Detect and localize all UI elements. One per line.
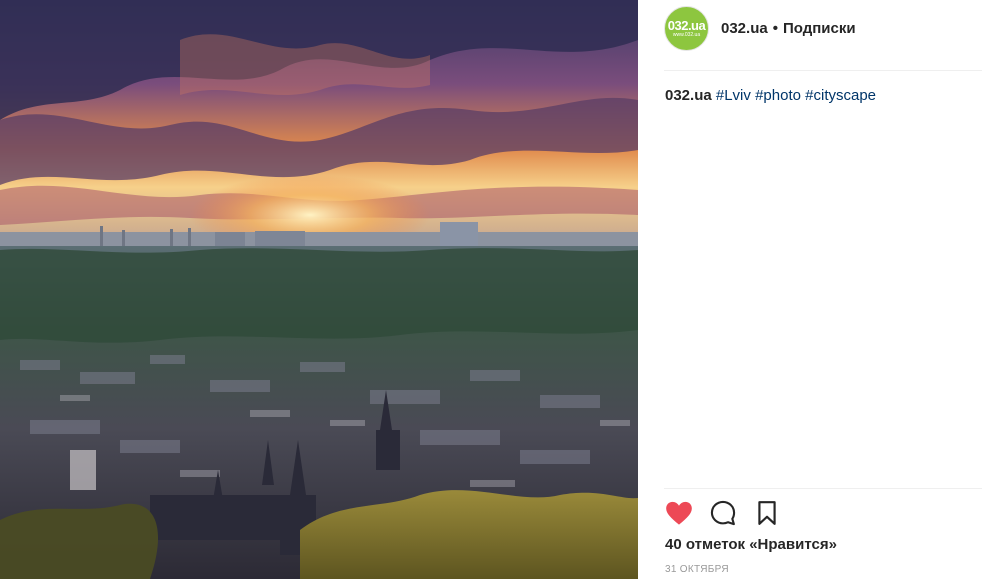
like-button[interactable] bbox=[664, 498, 694, 528]
post-sidebar: 032.ua www.032.ua 032.ua • Подписки 032.… bbox=[638, 0, 1000, 579]
hashtag-photo[interactable]: #photo bbox=[755, 87, 801, 104]
header-text: 032.ua • Подписки bbox=[721, 20, 856, 37]
header-divider bbox=[664, 70, 982, 71]
post-actions bbox=[664, 498, 982, 528]
heart-icon bbox=[666, 501, 692, 525]
comment-button[interactable] bbox=[708, 498, 738, 528]
username-link[interactable]: 032.ua bbox=[721, 20, 768, 37]
cityscape-photo bbox=[0, 0, 638, 579]
actions-divider bbox=[664, 488, 982, 489]
post-caption: 032.ua #Lviv #photo #cityscape bbox=[665, 86, 983, 106]
following-button[interactable]: Подписки bbox=[783, 20, 856, 37]
post-date[interactable]: 31 ОКТЯБРЯ bbox=[665, 564, 729, 575]
caption-username[interactable]: 032.ua bbox=[665, 87, 712, 104]
post-header: 032.ua www.032.ua 032.ua • Подписки bbox=[664, 4, 982, 52]
post-photo[interactable] bbox=[0, 0, 638, 579]
avatar[interactable]: 032.ua www.032.ua bbox=[664, 5, 709, 51]
avatar-logo-url: www.032.ua bbox=[672, 31, 701, 38]
separator-dot: • bbox=[772, 19, 778, 37]
hashtag-lviv[interactable]: #Lviv bbox=[716, 87, 751, 104]
likes-count[interactable]: 40 отметок «Нравится» bbox=[665, 536, 837, 553]
comment-icon bbox=[710, 500, 736, 526]
save-button[interactable] bbox=[752, 498, 782, 528]
bookmark-icon bbox=[758, 501, 776, 525]
avatar-logo-text: 032.ua bbox=[667, 17, 706, 33]
hashtag-cityscape[interactable]: #cityscape bbox=[805, 87, 876, 104]
